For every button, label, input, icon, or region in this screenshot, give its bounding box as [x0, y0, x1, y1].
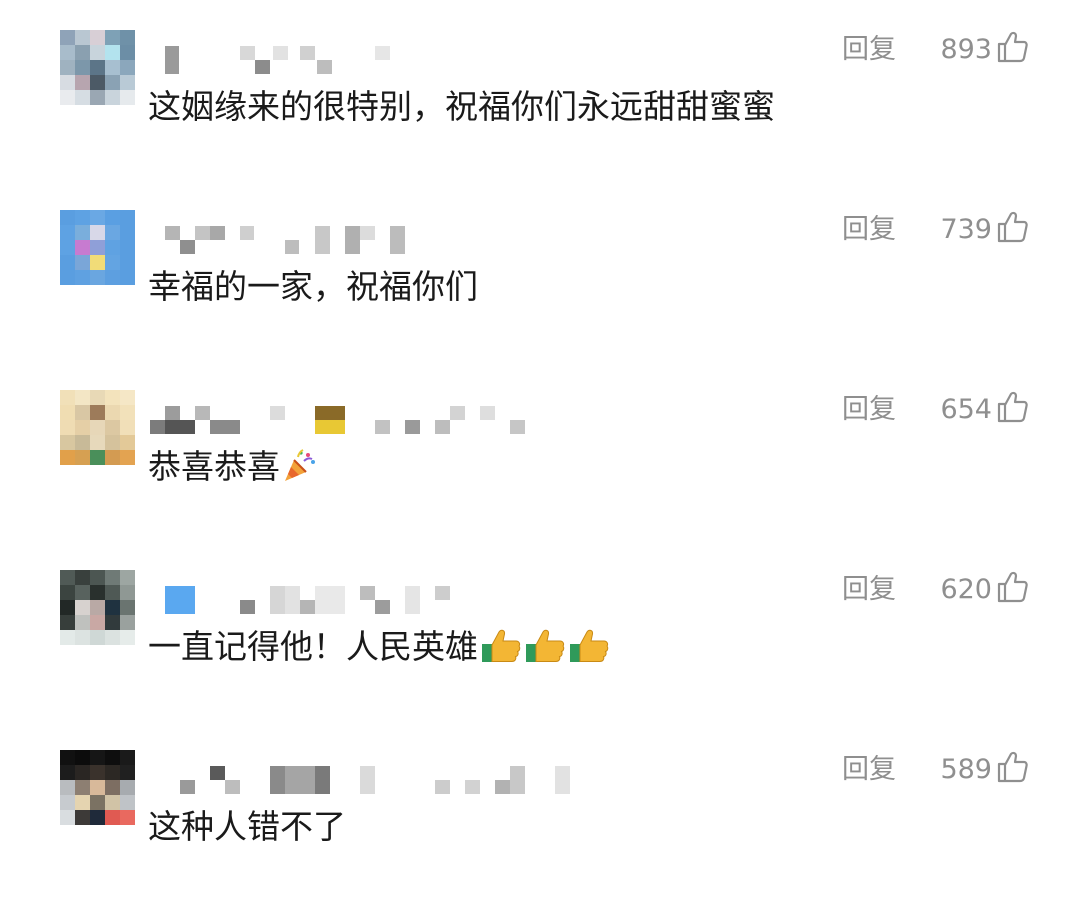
thumbs-up-icon[interactable] — [995, 210, 1029, 244]
avatar[interactable] — [60, 30, 135, 105]
thumbs-up-emoji-icon — [570, 629, 609, 662]
reply-button[interactable]: 回复 — [842, 212, 896, 248]
username-blurred[interactable] — [145, 398, 545, 438]
comment-item: 回复 589 这种人错不了 — [0, 720, 1079, 900]
thumbs-up-icon[interactable] — [995, 750, 1029, 784]
avatar[interactable] — [60, 210, 135, 285]
like-count: 654 — [940, 394, 992, 425]
comment-text: 幸福的一家，祝福你们 — [148, 267, 478, 306]
avatar[interactable] — [60, 570, 135, 645]
comment-text-label: 恭喜恭喜 — [148, 447, 280, 486]
comment-item: 回复 893 这姻缘来的很特别，祝福你们永远甜甜蜜蜜 — [0, 0, 1079, 180]
username-blurred[interactable] — [145, 758, 570, 798]
comment-text-label: 一直记得他！人民英雄 — [148, 627, 478, 666]
comment-text: 这种人错不了 — [148, 807, 346, 846]
username-blurred[interactable] — [145, 218, 545, 258]
comment-item: 回复 654 恭喜恭喜 — [0, 360, 1079, 540]
reply-button[interactable]: 回复 — [842, 572, 896, 608]
like-count: 893 — [940, 34, 992, 65]
like-count: 739 — [940, 214, 992, 245]
thumbs-up-emoji-icon — [526, 629, 565, 662]
reply-button[interactable]: 回复 — [842, 752, 896, 788]
avatar[interactable] — [60, 390, 135, 465]
username-blurred[interactable] — [145, 578, 545, 618]
reply-button[interactable]: 回复 — [842, 392, 896, 428]
like-count: 589 — [940, 754, 992, 785]
thumbs-up-icon[interactable] — [995, 390, 1029, 424]
thumbs-up-icon[interactable] — [995, 570, 1029, 604]
party-popper-icon — [285, 449, 315, 481]
avatar[interactable] — [60, 750, 135, 825]
like-count: 620 — [940, 574, 992, 605]
comment-text: 恭喜恭喜 — [148, 445, 318, 489]
comment-item: 回复 620 一直记得他！人民英雄 — [0, 540, 1079, 720]
comment-text: 这姻缘来的很特别，祝福你们永远甜甜蜜蜜 — [148, 87, 775, 126]
comment-text: 一直记得他！人民英雄 — [148, 625, 610, 669]
username-blurred[interactable] — [145, 38, 545, 78]
thumbs-up-icon[interactable] — [995, 30, 1029, 64]
comment-item: 回复 739 幸福的一家，祝福你们 — [0, 180, 1079, 360]
thumbs-up-emoji-icon — [482, 629, 521, 662]
reply-button[interactable]: 回复 — [842, 32, 896, 68]
